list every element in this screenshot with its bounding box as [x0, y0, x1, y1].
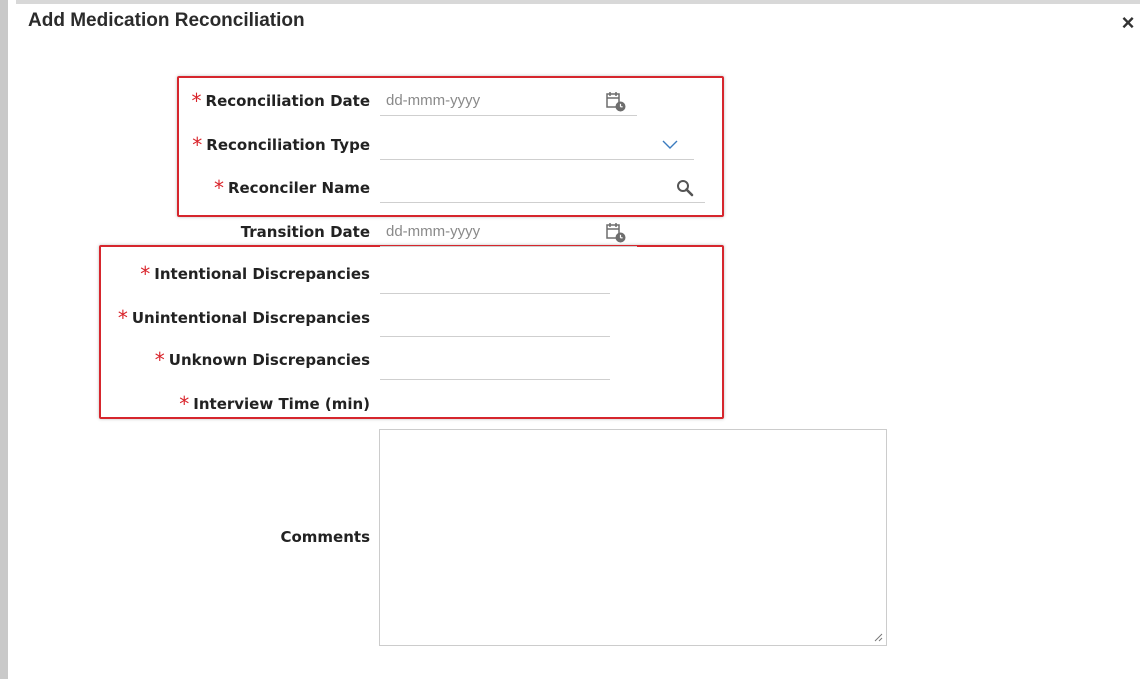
reconciler-name-input[interactable] [380, 173, 705, 202]
comments-textarea[interactable] [380, 430, 886, 645]
unintentional-discrepancies-field [380, 307, 610, 337]
dialog-title: Add Medication Reconciliation [28, 10, 305, 31]
reconciliation-type-label: * Reconciliation Type [192, 133, 370, 157]
reconciler-name-field [380, 173, 705, 203]
intentional-discrepancies-input[interactable] [380, 264, 610, 293]
resize-grip-icon[interactable] [873, 632, 883, 642]
comments-textarea-box [379, 429, 887, 646]
reconciliation-date-input[interactable] [380, 86, 637, 115]
interview-time-label: * Interview Time (min) [179, 392, 370, 416]
transition-date-label: Transition Date [240, 223, 370, 241]
intentional-discrepancies-label: * Intentional Discrepancies [140, 262, 370, 286]
unintentional-discrepancies-label: * Unintentional Discrepancies [117, 306, 370, 330]
search-icon[interactable] [676, 179, 694, 197]
transition-date-input[interactable] [380, 217, 637, 246]
calendar-clock-icon[interactable] [604, 221, 628, 245]
interview-time-field [380, 393, 610, 423]
intentional-discrepancies-field [380, 264, 610, 294]
unintentional-discrepancies-input[interactable] [380, 307, 610, 336]
calendar-clock-icon[interactable] [604, 90, 628, 114]
dialog-window: Add Medication Reconciliation × * Reconci… [0, 0, 1140, 679]
reconciliation-type-select[interactable] [380, 130, 694, 160]
transition-date-field [380, 217, 637, 247]
unknown-discrepancies-label: * Unknown Discrepancies [154, 348, 370, 372]
reconciliation-date-label: * Reconciliation Date [191, 89, 370, 113]
reconciliation-date-field [380, 86, 637, 116]
interview-time-input[interactable] [380, 393, 610, 422]
reconciler-name-label: * Reconciler Name [213, 176, 370, 200]
dialog-title-bar: Add Medication Reconciliation × [16, 0, 1140, 58]
unknown-discrepancies-field [380, 350, 610, 380]
unknown-discrepancies-input[interactable] [380, 350, 610, 379]
comments-label: Comments [280, 528, 370, 546]
chevron-down-icon[interactable] [660, 136, 680, 152]
reconciliation-type-input[interactable] [380, 130, 694, 159]
close-icon[interactable]: × [1116, 12, 1140, 36]
